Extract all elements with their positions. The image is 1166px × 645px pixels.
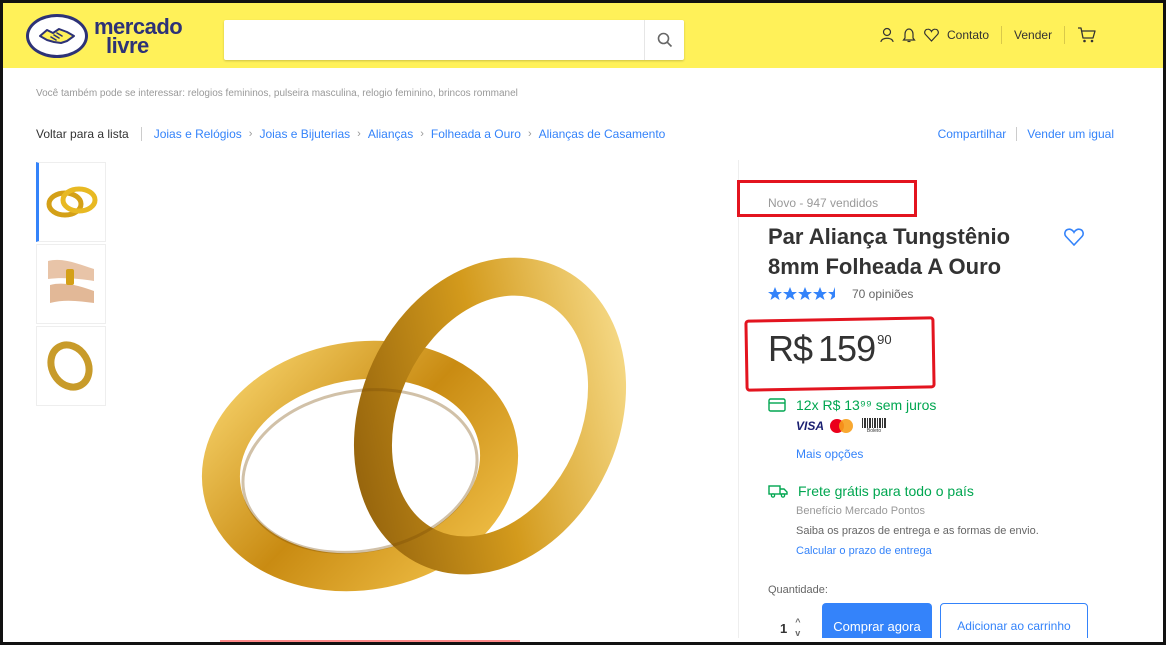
quantity-label: Quantidade: — [768, 584, 828, 596]
chevron-right-icon: › — [527, 128, 532, 140]
share-actions: Compartilhar Vender um igual — [938, 127, 1114, 141]
condition-sold-count: Novo - 947 vendidos — [768, 196, 879, 210]
chevron-right-icon: › — [248, 128, 253, 140]
thumbnail-rings[interactable] — [36, 162, 106, 242]
visa-logo: VISA — [796, 419, 825, 433]
share-link[interactable]: Compartilhar — [938, 127, 1007, 141]
site-header: mercado livre Contato Vender — [0, 0, 1166, 68]
stepper-arrows[interactable]: ^ v — [795, 617, 800, 639]
installments-info: 12x R$ 13⁹⁹ sem juros — [768, 397, 936, 413]
logo-text: mercado livre — [94, 14, 183, 58]
quantity-value: 1 — [780, 620, 788, 636]
search-icon — [657, 32, 672, 48]
back-to-list-link[interactable]: Voltar para a lista — [36, 127, 129, 141]
chevron-up-icon[interactable]: ^ — [795, 617, 800, 628]
boleto-logo: Boleto — [862, 418, 887, 434]
chevron-right-icon: › — [420, 128, 424, 140]
breadcrumb-item[interactable]: Joias e Relógios — [154, 127, 242, 141]
price-cents: 90 — [877, 332, 892, 347]
header-nav: Contato Vender — [880, 26, 1105, 44]
divider — [1001, 26, 1003, 44]
sell-link[interactable]: Vender — [1014, 28, 1052, 42]
shipping-info-text: Saiba os prazos de entrega e as formas d… — [796, 525, 1039, 537]
thumbnail-rings-detail[interactable] — [36, 326, 106, 406]
calculate-delivery-link[interactable]: Calcular o prazo de entrega — [796, 545, 932, 557]
breadcrumb-item[interactable]: Alianças — [368, 127, 413, 141]
installments-text: 12x R$ 13⁹⁹ sem juros — [796, 397, 937, 413]
truck-icon — [768, 484, 788, 498]
divider — [1016, 127, 1018, 141]
bell-icon[interactable] — [902, 27, 916, 43]
favorite-button[interactable] — [1064, 228, 1084, 251]
divider — [1064, 26, 1066, 44]
mercadolivre-logo[interactable]: mercado livre — [26, 14, 183, 58]
breadcrumb-item[interactable]: Joias e Bijuterias — [259, 127, 350, 141]
suggestions-text[interactable]: Você também pode se interessar: relogios… — [36, 88, 518, 99]
decorative-strip — [220, 640, 520, 645]
shipping-title: Frete grátis para todo o país — [798, 483, 974, 499]
breadcrumb: Voltar para a lista Joias e Relógios › J… — [36, 127, 665, 141]
thumbnail-rings-on-hand[interactable] — [36, 244, 106, 324]
more-payment-options-link[interactable]: Mais opções — [796, 447, 863, 461]
product-image[interactable] — [190, 206, 660, 636]
shipping-benefit: Benefício Mercado Pontos — [796, 505, 926, 517]
cart-icon[interactable] — [1077, 26, 1097, 44]
product-title: Par Aliança Tungstênio 8mm Folheada A Ou… — [768, 224, 1011, 279]
credit-card-icon — [768, 398, 786, 412]
heart-icon[interactable] — [924, 28, 939, 42]
heart-outline-icon — [1064, 228, 1084, 247]
breadcrumb-item[interactable]: Folheada a Ouro — [431, 127, 521, 141]
reviews-count: 70 opiniões — [852, 287, 914, 301]
sell-same-link[interactable]: Vender um igual — [1027, 127, 1114, 141]
search-button[interactable] — [644, 20, 684, 60]
thumbnail-list — [36, 162, 106, 408]
page-bottom — [0, 638, 1166, 645]
chevron-right-icon: › — [357, 128, 361, 140]
search-input[interactable] — [224, 20, 634, 60]
handshake-icon — [26, 14, 88, 58]
payment-methods: VISA Boleto — [796, 418, 887, 434]
star-rating — [768, 287, 844, 301]
user-icon[interactable] — [880, 27, 894, 43]
breadcrumb-item[interactable]: Alianças de Casamento — [539, 127, 666, 141]
price-integer: 159 — [818, 328, 876, 369]
rating-summary[interactable]: 70 opiniões — [768, 287, 913, 301]
search-bar — [224, 20, 684, 60]
price-currency: R$ — [768, 328, 813, 369]
shipping-info: Frete grátis para todo o país — [768, 483, 974, 499]
mastercard-logo — [830, 419, 854, 433]
product-price: R$ 159 90 — [768, 328, 892, 370]
contact-link[interactable]: Contato — [947, 28, 989, 42]
divider — [140, 127, 142, 141]
